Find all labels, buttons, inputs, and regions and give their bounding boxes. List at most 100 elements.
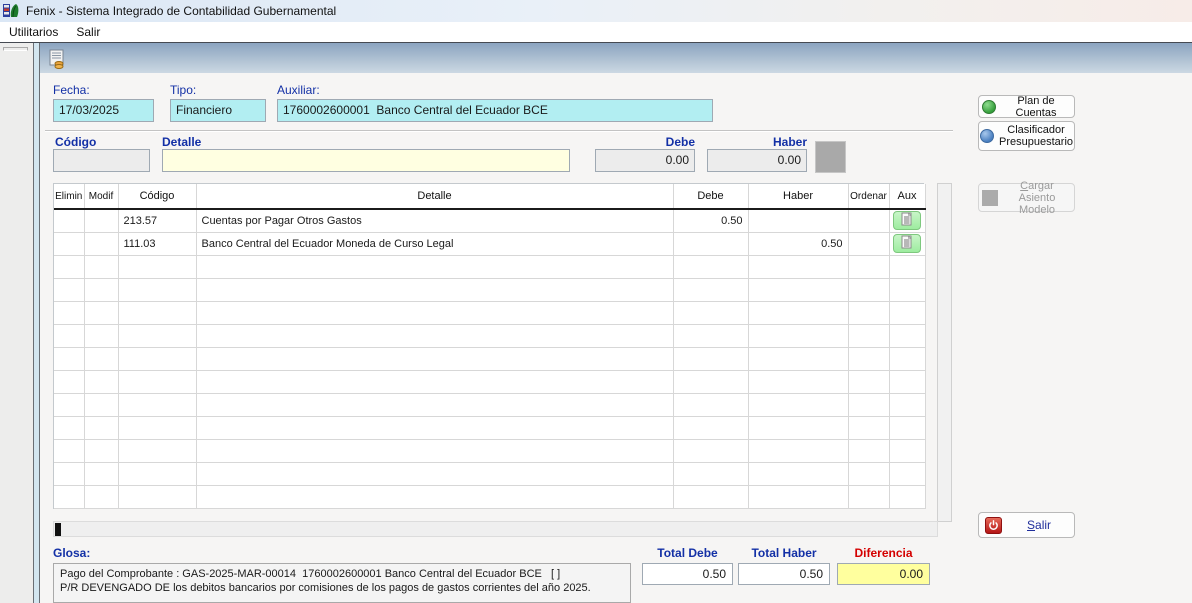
grid-vertical-scrollbar[interactable]: [937, 183, 952, 522]
cell-aux[interactable]: [889, 232, 925, 255]
cell-modif: [84, 278, 118, 301]
blue-sphere-icon: [980, 129, 994, 143]
grid-horizontal-scrollbar[interactable]: [53, 521, 938, 537]
tipo-field[interactable]: Financiero: [170, 99, 266, 122]
cell-modif: [84, 324, 118, 347]
detalle-input[interactable]: [162, 149, 570, 172]
cell-codigo: [118, 462, 196, 485]
cell-modif: [84, 393, 118, 416]
col-ordenar: Ordenar: [848, 184, 889, 209]
cell-detalle: [196, 301, 673, 324]
haber-input[interactable]: 0.00: [707, 149, 807, 172]
table-row-empty[interactable]: [54, 347, 925, 370]
cell-detalle: [196, 347, 673, 370]
clasificador-label: Clasificador Presupuestario: [999, 124, 1073, 148]
cell-aux: [889, 278, 925, 301]
cell-elimin: [54, 347, 84, 370]
menu-utilitarios[interactable]: Utilitarios: [0, 22, 67, 42]
clasificador-presupuestario-button[interactable]: Clasificador Presupuestario: [978, 121, 1075, 151]
cell-codigo[interactable]: 213.57: [118, 209, 196, 232]
cell-detalle: [196, 255, 673, 278]
plan-de-cuentas-button[interactable]: Plan de Cuentas: [978, 95, 1075, 118]
cell-ordenar[interactable]: [848, 209, 889, 232]
codigo-input[interactable]: [53, 149, 150, 172]
cell-haber: [748, 485, 848, 508]
table-row[interactable]: 111.03Banco Central del Ecuador Moneda d…: [54, 232, 925, 255]
col-debe: Debe: [673, 184, 748, 209]
cell-haber: [748, 278, 848, 301]
cell-ordenar: [848, 347, 889, 370]
grid-header-row: Elimin Modif Código Detalle Debe Haber O…: [54, 184, 925, 209]
glosa-textarea[interactable]: Pago del Comprobante : GAS-2025-MAR-0001…: [53, 563, 631, 603]
auxiliar-field[interactable]: 1760002600001 Banco Central del Ecuador …: [277, 99, 713, 122]
plan-de-cuentas-label: Plan de Cuentas: [1001, 95, 1071, 119]
table-row[interactable]: 213.57Cuentas por Pagar Otros Gastos0.50: [54, 209, 925, 232]
cell-elimin: [54, 393, 84, 416]
table-row-empty[interactable]: [54, 439, 925, 462]
cell-aux[interactable]: [889, 209, 925, 232]
menu-salir[interactable]: Salir: [67, 22, 109, 42]
total-debe-label: Total Debe: [642, 546, 733, 560]
table-row-empty[interactable]: [54, 462, 925, 485]
auxiliar-label: Auxiliar:: [277, 83, 320, 97]
panel-splitter[interactable]: [33, 43, 40, 603]
cell-haber: [748, 393, 848, 416]
cell-ordenar[interactable]: [848, 232, 889, 255]
cell-detalle: [196, 324, 673, 347]
aux-button[interactable]: [893, 211, 921, 230]
table-row-empty[interactable]: [54, 324, 925, 347]
scrollbar-thumb[interactable]: [55, 523, 61, 536]
cell-detalle: [196, 278, 673, 301]
cell-modif[interactable]: [84, 209, 118, 232]
col-elimin: Elimin: [54, 184, 84, 209]
cell-elimin[interactable]: [54, 209, 84, 232]
cell-ordenar: [848, 393, 889, 416]
cell-codigo: [118, 485, 196, 508]
cell-haber[interactable]: 0.50: [748, 232, 848, 255]
cell-elimin: [54, 416, 84, 439]
cell-modif: [84, 439, 118, 462]
aux-document-icon: [901, 235, 913, 252]
cell-modif[interactable]: [84, 232, 118, 255]
cell-codigo: [118, 347, 196, 370]
col-detalle: Detalle: [196, 184, 673, 209]
table-row-empty[interactable]: [54, 370, 925, 393]
cell-detalle: [196, 370, 673, 393]
cell-debe[interactable]: 0.50: [673, 209, 748, 232]
cell-ordenar: [848, 255, 889, 278]
salir-button[interactable]: Salir: [978, 512, 1075, 538]
voucher-document-icon[interactable]: [46, 48, 68, 70]
panel-grip-icon: [3, 47, 28, 51]
cell-elimin: [54, 301, 84, 324]
cell-debe[interactable]: [673, 232, 748, 255]
table-row-empty[interactable]: [54, 255, 925, 278]
cell-haber[interactable]: [748, 209, 848, 232]
debe-input[interactable]: 0.00: [595, 149, 695, 172]
aux-button[interactable]: [893, 234, 921, 253]
cell-aux: [889, 485, 925, 508]
diferencia-label: Diferencia: [837, 546, 930, 560]
cell-detalle[interactable]: Cuentas por Pagar Otros Gastos: [196, 209, 673, 232]
salir-label: Salir: [1027, 519, 1051, 531]
cell-elimin[interactable]: [54, 232, 84, 255]
table-row-empty[interactable]: [54, 485, 925, 508]
table-row-empty[interactable]: [54, 393, 925, 416]
col-modif: Modif: [84, 184, 118, 209]
fecha-field[interactable]: 17/03/2025: [53, 99, 154, 122]
cell-debe: [673, 370, 748, 393]
cell-codigo[interactable]: 111.03: [118, 232, 196, 255]
cell-debe: [673, 324, 748, 347]
cell-codigo: [118, 416, 196, 439]
cell-haber: [748, 324, 848, 347]
cell-ordenar: [848, 370, 889, 393]
cell-debe: [673, 416, 748, 439]
table-row-empty[interactable]: [54, 416, 925, 439]
table-row-empty[interactable]: [54, 278, 925, 301]
toolbar: [40, 43, 1192, 73]
table-row-empty[interactable]: [54, 301, 925, 324]
cell-ordenar: [848, 416, 889, 439]
col-codigo: Código: [118, 184, 196, 209]
entry-gray-button[interactable]: [815, 141, 846, 173]
cell-detalle[interactable]: Banco Central del Ecuador Moneda de Curs…: [196, 232, 673, 255]
total-haber-field: 0.50: [738, 563, 830, 585]
